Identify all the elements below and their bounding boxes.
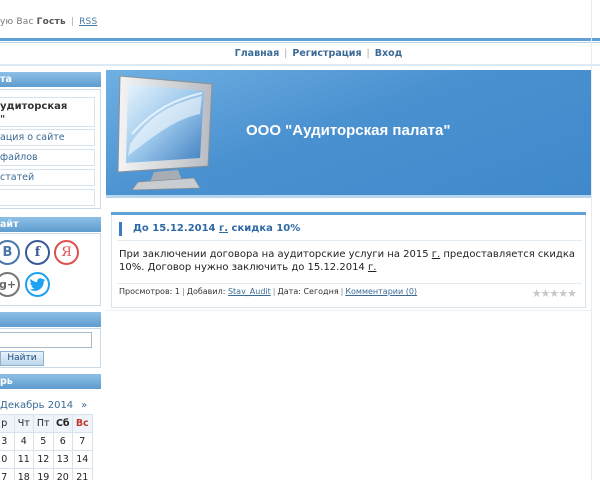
monitor-icon	[117, 75, 213, 191]
menu-header: та	[0, 72, 101, 87]
menu-item-label: статей	[0, 172, 35, 183]
page-right-border	[591, 0, 592, 480]
top-divider-light	[0, 42, 600, 43]
top-divider	[0, 38, 600, 41]
entry-title-prefix: До 15.12.2014	[133, 223, 220, 234]
news-entry: До 15.12.2014 г. скидка 10% При заключен…	[111, 212, 586, 308]
calendar-week: 3 4 5 6 7	[0, 432, 93, 451]
entry-text-part: При заключении договора на аудиторские у…	[119, 249, 432, 260]
weekday: Чт	[13, 414, 34, 433]
title-marker	[119, 222, 122, 236]
rss-link[interactable]: RSS	[79, 17, 97, 27]
weekday-saturday: Сб	[52, 414, 73, 433]
nav-divider	[0, 64, 600, 66]
calendar-day[interactable]: 20	[52, 468, 73, 480]
meta-divider	[117, 283, 582, 284]
header-banner: ООО "Аудиторская палата"	[106, 70, 591, 196]
calendar-week: 7 18 19 20 21	[0, 468, 93, 480]
menu-item-articles[interactable]: статей	[0, 169, 95, 186]
menu-item-empty[interactable]	[0, 189, 95, 206]
site-title: ООО "Аудиторская палата"	[246, 122, 451, 139]
banner-divider	[106, 195, 591, 198]
calendar-day[interactable]: 18	[13, 468, 34, 480]
calendar-day[interactable]: 13	[52, 450, 73, 469]
menu-item-files[interactable]: файлов	[0, 149, 95, 166]
greeting-prefix: ую Вас	[0, 17, 34, 27]
entry-title-link[interactable]: г.	[219, 223, 228, 234]
added-by-label: Добавил:	[186, 287, 226, 296]
social-header: айт	[0, 217, 101, 232]
calendar-day[interactable]: 14	[72, 450, 93, 469]
greeting: ую Вас Гость | RSS	[0, 17, 98, 27]
calendar-week: 0 11 12 13 14	[0, 450, 93, 469]
calendar-day[interactable]: 19	[33, 468, 54, 480]
top-bar: ую Вас Гость | RSS	[0, 0, 600, 42]
nav-login-link[interactable]: Вход	[375, 48, 403, 59]
menu-item-label: файлов	[0, 152, 38, 163]
main-nav: Главная | Регистрация | Вход	[234, 48, 403, 59]
entry-top-border	[111, 212, 586, 215]
calendar-day[interactable]: 11	[13, 450, 34, 469]
menu-item-label: удиторская "	[0, 101, 68, 125]
calendar-weekdays: р Чт Пт Сб Вс	[0, 414, 93, 433]
calendar-day[interactable]: 6	[52, 432, 73, 451]
calendar-day[interactable]: 7	[72, 432, 93, 451]
menu-item-about[interactable]: ация о сайте	[0, 129, 95, 146]
entry-text-link[interactable]: г.	[432, 249, 440, 260]
twitter-icon[interactable]	[25, 272, 50, 297]
content-divider	[106, 310, 591, 311]
views-count: Просмотров: 1	[119, 287, 180, 296]
entry-title[interactable]: До 15.12.2014 г. скидка 10%	[133, 223, 300, 234]
greeting-name: Гость	[36, 17, 66, 27]
calendar-header: рь	[0, 374, 101, 389]
calendar-month-label[interactable]: Декабрь 2014	[0, 400, 73, 411]
calendar-day[interactable]: 0	[0, 450, 15, 469]
menu-item-home[interactable]: удиторская "	[0, 97, 95, 127]
menu-item-label: ация о сайте	[0, 132, 65, 143]
calendar-day[interactable]: 5	[33, 432, 54, 451]
calendar-day[interactable]: 7	[0, 468, 15, 480]
search-button[interactable]: Найти	[0, 351, 44, 366]
calendar-day[interactable]: 4	[13, 432, 34, 451]
entry-text-link[interactable]: г.	[368, 262, 376, 273]
entry-title-suffix: скидка 10%	[228, 223, 301, 234]
comments-link[interactable]: Комментарии (0)	[345, 287, 417, 296]
sidebar: та удиторская " ация о сайте файлов стат…	[0, 72, 102, 480]
twitter-bird-icon	[29, 278, 46, 291]
calendar-day[interactable]: 3	[0, 432, 15, 451]
entry-meta: Просмотров: 1 | Добавил: Stav_Audit | Дата: …	[119, 287, 418, 296]
calendar-day[interactable]: 12	[33, 450, 54, 469]
search-input[interactable]	[0, 332, 92, 348]
weekday: р	[0, 414, 15, 433]
facebook-icon[interactable]: f	[25, 240, 50, 265]
yandex-icon[interactable]: Я	[54, 240, 79, 265]
entry-body: При заключении договора на аудиторские у…	[119, 248, 581, 274]
title-divider	[117, 240, 582, 241]
nav-register-link[interactable]: Регистрация	[292, 48, 361, 59]
weekday: Пт	[33, 414, 54, 433]
author-link[interactable]: Stav_Audit	[228, 287, 271, 296]
nav-home-link[interactable]: Главная	[235, 48, 280, 59]
calendar-grid: р Чт Пт Сб Вс 3 4 5 6 7 0 11 12 13 14 7 …	[0, 414, 93, 480]
weekday-sunday: Вс	[72, 414, 93, 433]
rating-stars[interactable]: ★★★★★	[532, 287, 577, 300]
calendar-next-arrow[interactable]: »	[81, 400, 87, 411]
calendar-month: Декабрь 2014 »	[0, 400, 87, 411]
search-header	[0, 312, 101, 327]
entry-date: Дата: Сегодня	[277, 287, 339, 296]
calendar-day[interactable]: 21	[72, 468, 93, 480]
